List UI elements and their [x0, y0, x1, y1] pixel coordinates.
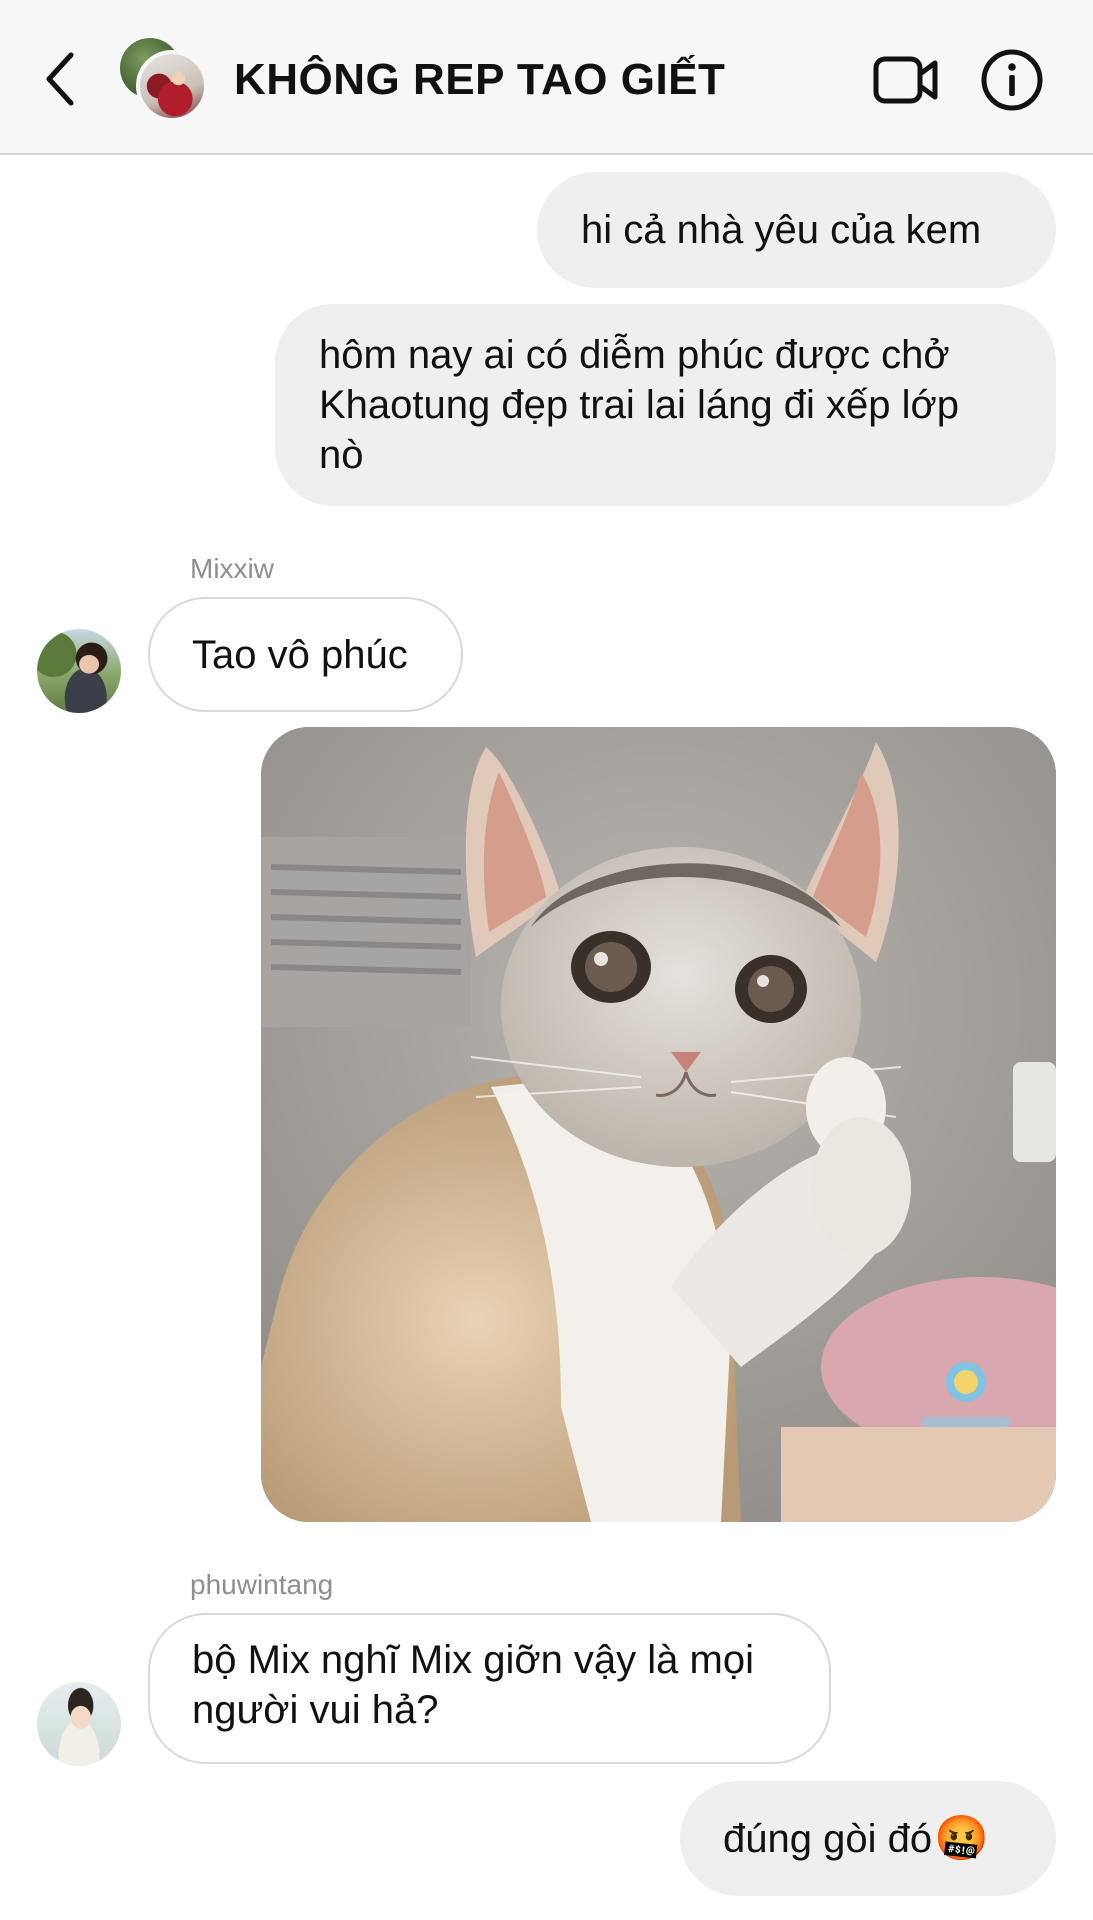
chevron-left-icon — [46, 52, 74, 106]
message-bubble-incoming[interactable]: Tao vô phúc — [148, 597, 463, 712]
message-line: nò — [319, 433, 364, 477]
sender-name: Mixxiw — [190, 553, 274, 584]
message-line: hôm nay ai có diễm phúc được chở — [319, 333, 950, 377]
sender-name: phuwintang — [190, 1569, 334, 1600]
avatar-phuwintang[interactable] — [37, 1682, 121, 1766]
message-text: Tao vô phúc — [192, 632, 408, 677]
chat-header: KHÔNG REP TAO GIẾT — [0, 0, 1093, 155]
avatar-mixxiw[interactable] — [37, 629, 121, 713]
message-text: đúng gòi đó — [723, 1816, 933, 1861]
message-line: người vui hả? — [192, 1688, 439, 1732]
cat-photo[interactable] — [261, 727, 1056, 1522]
info-icon — [981, 49, 1043, 111]
group-avatar-front — [136, 50, 208, 122]
back-button[interactable] — [32, 44, 88, 114]
video-camera-icon — [873, 56, 938, 104]
video-call-button[interactable] — [870, 44, 942, 116]
message-text: hi cả nhà yêu của kem — [581, 208, 982, 252]
cat-photo-image — [261, 727, 1056, 1522]
message-bubble-outgoing[interactable]: hi cả nhà yêu của kem — [537, 172, 1056, 288]
message-line: Khaotung đẹp trai lai láng đi xếp lớp — [319, 383, 959, 427]
chat-title[interactable]: KHÔNG REP TAO GIẾT — [234, 50, 725, 110]
message-bubble-outgoing[interactable]: hôm nay ai có diễm phúc được chở Khaotun… — [275, 304, 1056, 506]
message-bubble-incoming[interactable]: bộ Mix nghĩ Mix giỡn vậy là mọi người vu… — [148, 1613, 831, 1764]
group-avatar[interactable] — [118, 36, 208, 126]
message-line: bộ Mix nghĩ Mix giỡn vậy là mọi — [192, 1638, 754, 1682]
message-bubble-outgoing[interactable]: đúng gòi đó 🤬 — [680, 1781, 1056, 1896]
info-button[interactable] — [976, 44, 1048, 116]
angry-face-emoji-icon: 🤬 — [934, 1813, 989, 1863]
